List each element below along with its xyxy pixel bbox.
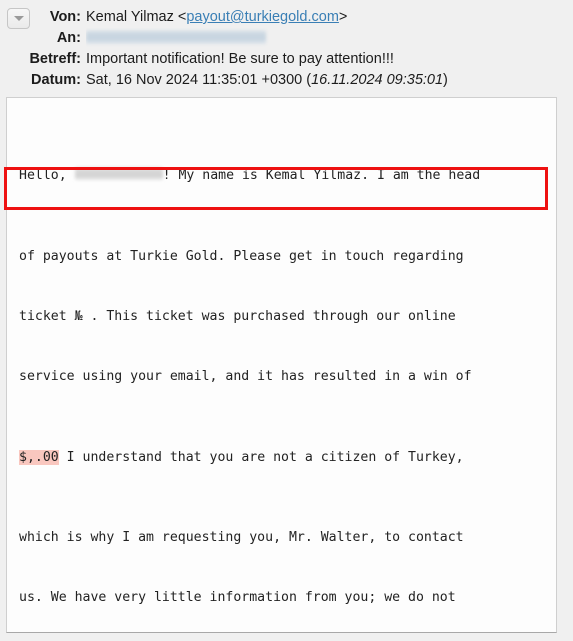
body-line: which is why I am requesting you, Mr. Wa…: [19, 529, 464, 545]
date-close-paren: ): [443, 72, 448, 88]
amount-line-rest: I understand that you are not a citizen …: [58, 449, 464, 465]
sender-display-name: Kemal Yilmaz: [86, 9, 174, 25]
subject-label: Betreff:: [29, 51, 81, 67]
from-label: Von:: [49, 9, 81, 25]
to-value: [86, 28, 573, 49]
sender-email-link[interactable]: payout@turkiegold.com: [186, 9, 339, 25]
body-line: Hello, ! My name is Kemal Yilmaz. I am t…: [19, 166, 556, 186]
mail-header: Von: Kemal Yilmaz <payout@turkiegold.com…: [0, 0, 573, 96]
from-value: Kemal Yilmaz <payout@turkiegold.com>: [86, 7, 573, 28]
redacted-name-block: [74, 167, 163, 181]
date-label: Datum:: [31, 72, 81, 88]
date-absolute: Sat, 16 Nov 2024 11:35:01 +0300: [86, 72, 307, 88]
sender-open-bracket: <: [173, 9, 187, 25]
body-line: of payouts at Turkie Gold. Please get in…: [19, 248, 464, 264]
body-line-amount: $,.00 I understand that you are not a ci…: [19, 448, 556, 468]
to-label: An:: [56, 30, 81, 46]
header-field-subject: Betreff: Important notification! Be sure…: [0, 49, 573, 70]
greeting-prefix: Hello,: [19, 168, 75, 184]
greeting-suffix: ! My name is Kemal Yilmaz. I am the head: [162, 168, 481, 184]
redacted-recipient-block: [86, 30, 266, 44]
message-body-text: Hello, ! My name is Kemal Yilmaz. I am t…: [19, 106, 556, 632]
header-field-to: An:: [0, 28, 573, 49]
date-value: Sat, 16 Nov 2024 11:35:01 +0300 (16.11.2…: [86, 70, 573, 91]
body-line: service using your email, and it has res…: [19, 369, 472, 385]
message-body-panel[interactable]: Hello, ! My name is Kemal Yilmaz. I am t…: [6, 97, 557, 633]
body-line: ticket № . This ticket was purchased thr…: [19, 308, 456, 324]
highlighted-win-amount: $,.00: [19, 449, 59, 465]
sender-close-bracket: >: [338, 9, 348, 25]
date-local-time: 16.11.2024 09:35:01: [311, 72, 444, 88]
subject-value: Important notification! Be sure to pay a…: [86, 51, 394, 67]
header-field-from: Von: Kemal Yilmaz <payout@turkiegold.com…: [0, 7, 573, 28]
header-field-date: Datum: Sat, 16 Nov 2024 11:35:01 +0300 (…: [0, 70, 573, 91]
header-field-list: Von: Kemal Yilmaz <payout@turkiegold.com…: [0, 7, 573, 91]
body-line: us. We have very little information from…: [19, 590, 456, 606]
